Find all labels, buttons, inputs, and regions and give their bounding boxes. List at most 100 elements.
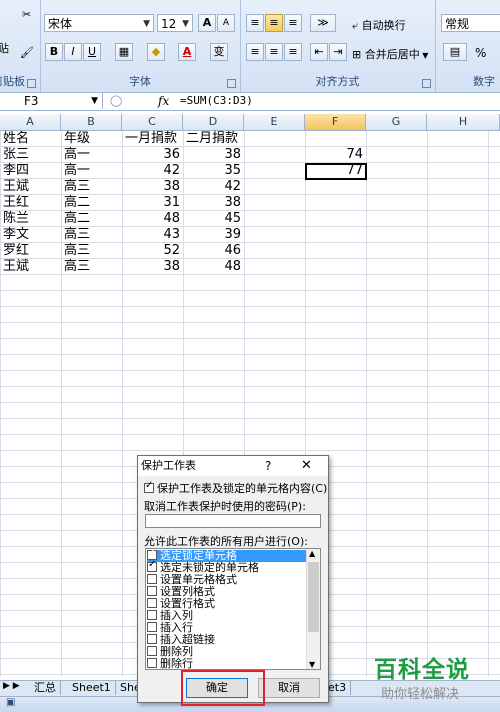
macro-record-icon[interactable]: ▣ (6, 697, 15, 708)
phonetic-button[interactable]: 变 (210, 43, 228, 61)
help-button[interactable]: ? (265, 456, 271, 476)
table-cell[interactable]: 李文 (3, 227, 29, 243)
insert-function-button[interactable]: fx (158, 93, 169, 109)
formula-input[interactable]: =SUM(C3:D3) (180, 93, 253, 109)
table-cell[interactable]: 31 (122, 195, 180, 211)
grow-font-button[interactable]: A (198, 14, 216, 32)
watermark-brand: 百科全说 (374, 657, 470, 683)
orientation-icon[interactable]: ≫ (310, 14, 336, 32)
table-cell[interactable]: 38 (183, 147, 241, 163)
table-cell[interactable]: 高三 (64, 227, 90, 243)
table-cell[interactable]: 高三 (64, 259, 90, 275)
font-size-value: 12 (161, 17, 177, 31)
table-cell[interactable]: 42 (183, 179, 241, 195)
column-header-g[interactable]: G (366, 114, 427, 131)
table-cell[interactable]: 高二 (64, 211, 90, 227)
column-header-a[interactable]: A (0, 114, 61, 131)
table-cell[interactable]: 39 (183, 227, 241, 243)
table-cell[interactable]: 38 (122, 259, 180, 275)
decrease-indent-icon[interactable]: ⇤ (310, 43, 328, 61)
table-cell[interactable]: 高三 (64, 243, 90, 259)
list-item[interactable]: 删除行 (147, 658, 309, 669)
accounting-format-icon[interactable]: ▤ (443, 43, 467, 61)
shrink-font-button[interactable]: A (217, 14, 235, 32)
table-cell[interactable]: 高三 (64, 179, 90, 195)
tab-summary[interactable]: 汇总 (30, 681, 61, 695)
formula-bar: F3 ▼ ◯ fx =SUM(C3:D3) (0, 93, 500, 111)
table-cell[interactable]: 45 (183, 211, 241, 227)
sum-cell-f2[interactable]: 74 (305, 147, 363, 163)
table-cell[interactable]: 高一 (64, 147, 90, 163)
column-header-e[interactable]: E (244, 114, 305, 131)
font-size-select[interactable]: 12 ▼ (157, 14, 193, 32)
table-cell[interactable]: 张三 (3, 147, 29, 163)
scrollbar-thumb[interactable] (308, 562, 319, 632)
alignment-launcher-icon[interactable] (422, 79, 431, 88)
table-cell[interactable]: 38 (122, 179, 180, 195)
borders-icon[interactable]: ▦ (115, 43, 133, 61)
table-cell[interactable]: 38 (183, 195, 241, 211)
wrap-text-button[interactable]: ⤶ 自动换行 (352, 17, 406, 33)
bold-button[interactable]: B (45, 43, 63, 61)
align-left-icon[interactable]: ≡ (246, 43, 264, 61)
table-cell[interactable]: 高二 (64, 195, 90, 211)
table-cell[interactable]: 王红 (3, 195, 29, 211)
table-cell[interactable]: 36 (122, 147, 180, 163)
merge-center-button[interactable]: ⊞ 合并后居中 ▼ (352, 46, 428, 62)
font-name-select[interactable]: 宋体 ▼ (44, 14, 154, 32)
paste-label[interactable]: 贴 (0, 40, 9, 56)
table-cell[interactable]: 罗红 (3, 243, 29, 259)
number-format-select[interactable]: 常规 (441, 14, 500, 32)
column-header-c[interactable]: C (122, 114, 183, 131)
table-cell[interactable]: 35 (183, 163, 241, 179)
italic-button[interactable]: I (64, 43, 82, 61)
fill-color-icon[interactable]: ◆ (147, 43, 165, 61)
table-header-cell[interactable]: 姓名 (3, 131, 29, 147)
increase-indent-icon[interactable]: ⇥ (329, 43, 347, 61)
name-box[interactable]: F3 ▼ (0, 93, 103, 109)
table-cell[interactable]: 43 (122, 227, 180, 243)
font-color-button[interactable]: A (178, 43, 196, 61)
column-header-b[interactable]: B (61, 114, 122, 131)
cut-icon[interactable]: ✂ (22, 8, 31, 21)
table-cell[interactable]: 48 (122, 211, 180, 227)
underline-button[interactable]: U (83, 43, 101, 61)
table-cell[interactable]: 陈兰 (3, 211, 29, 227)
table-cell[interactable]: 46 (183, 243, 241, 259)
table-cell[interactable]: 高一 (64, 163, 90, 179)
password-input[interactable] (145, 514, 321, 528)
tab-sheet1[interactable]: Sheet1 (68, 681, 116, 695)
column-header-d[interactable]: D (183, 114, 244, 131)
align-middle-icon[interactable]: ≡ (265, 14, 283, 32)
column-header-f[interactable]: F (305, 114, 366, 131)
table-cell[interactable]: 42 (122, 163, 180, 179)
align-top-icon[interactable]: ≡ (246, 14, 264, 32)
format-painter-icon[interactable]: 🖌 (20, 46, 34, 59)
tab-scroll-icon[interactable]: ▶ ▶ (3, 681, 20, 691)
table-cell[interactable]: 李四 (3, 163, 29, 179)
dialog-title: 保护工作表 (141, 459, 196, 472)
list-scrollbar[interactable]: ▲ ▼ (306, 549, 320, 669)
formula-bar-grip-icon[interactable]: ◯ (110, 94, 122, 107)
table-cell[interactable]: 48 (183, 259, 241, 275)
font-launcher-icon[interactable] (227, 79, 236, 88)
align-center-icon[interactable]: ≡ (265, 43, 283, 61)
protect-contents-checkbox[interactable]: 保护工作表及锁定的单元格内容(C) (144, 480, 327, 496)
align-right-icon[interactable]: ≡ (284, 43, 302, 61)
scroll-down-icon[interactable]: ▼ (309, 660, 315, 669)
close-button[interactable]: ✕ (301, 456, 312, 476)
table-cell[interactable]: 王斌 (3, 259, 29, 275)
percent-button[interactable]: % (475, 46, 486, 60)
align-bottom-icon[interactable]: ≡ (284, 14, 302, 32)
scroll-up-icon[interactable]: ▲ (309, 549, 315, 558)
clipboard-launcher-icon[interactable] (27, 79, 36, 88)
table-header-cell[interactable]: 一月捐款 (125, 131, 177, 147)
permissions-list[interactable]: 选定锁定单元格 选定未锁定的单元格 设置单元格格式 设置列格式 设置行格式 插入… (145, 548, 321, 670)
table-header-cell[interactable]: 年级 (64, 131, 90, 147)
cancel-button[interactable]: 取消 (258, 678, 320, 698)
table-header-cell[interactable]: 二月捐款 (186, 131, 238, 147)
chevron-down-icon: ▼ (419, 51, 429, 60)
column-header-h[interactable]: H (427, 114, 500, 131)
table-cell[interactable]: 52 (122, 243, 180, 259)
table-cell[interactable]: 王斌 (3, 179, 29, 195)
